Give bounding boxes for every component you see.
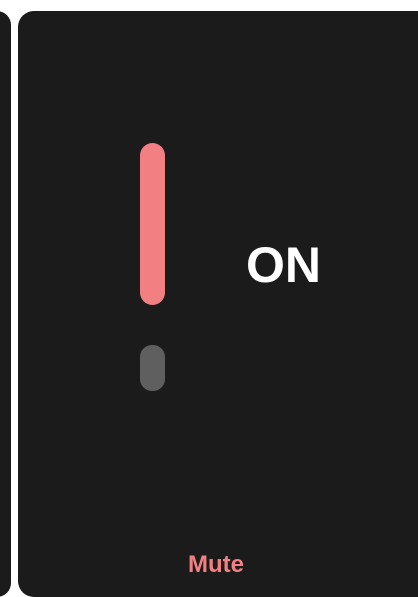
toggle-state-label: ON <box>246 237 321 293</box>
adjacent-card[interactable] <box>0 11 11 597</box>
mute-action-label[interactable]: Mute <box>148 548 284 582</box>
mute-toggle-card[interactable]: ON Mute <box>18 11 418 597</box>
toggle-switch-track[interactable] <box>140 143 165 305</box>
toggle-switch-knob[interactable] <box>140 345 165 391</box>
screen: ON Mute <box>0 0 418 597</box>
